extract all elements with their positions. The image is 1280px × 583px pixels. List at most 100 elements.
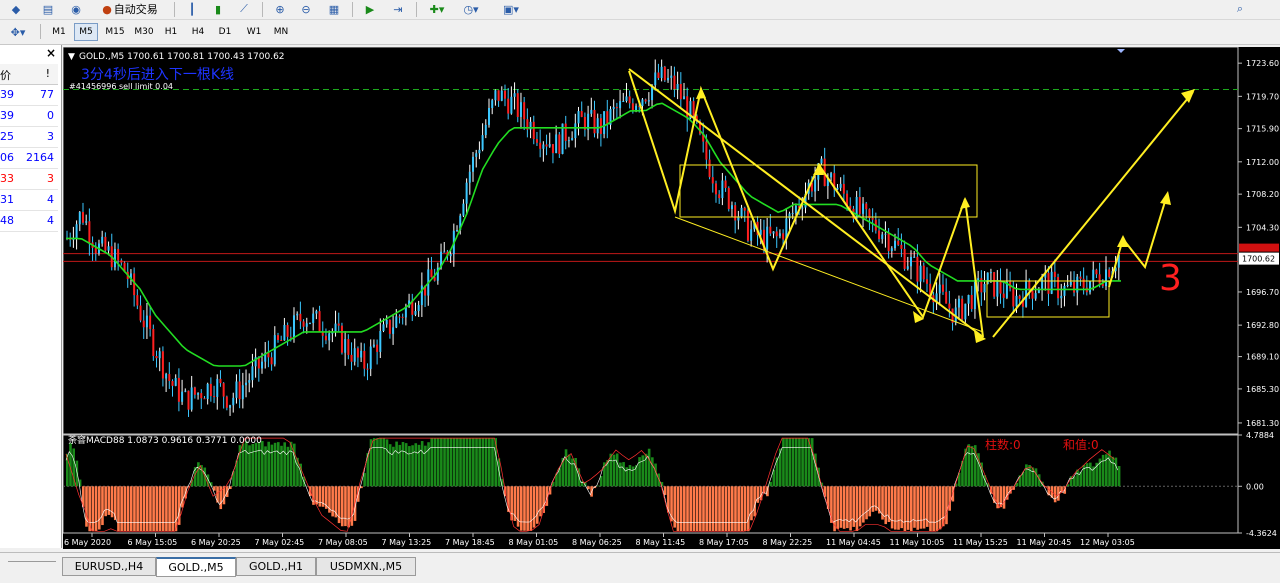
macd-bar xyxy=(564,449,568,487)
candle-body xyxy=(654,72,657,86)
candle-body xyxy=(730,205,733,210)
chart-shift-icon[interactable]: ⇥ xyxy=(390,1,406,17)
macd-bar xyxy=(433,438,437,487)
tab-gold-h1[interactable]: GOLD.,H1 xyxy=(236,557,316,576)
macd-bar xyxy=(737,486,740,532)
macd-bar xyxy=(699,486,702,532)
line-chart-icon[interactable]: ⟋ xyxy=(236,1,252,17)
candle-body xyxy=(574,123,577,139)
candle-body xyxy=(519,102,522,117)
candle-body xyxy=(340,325,343,353)
timeframe-w1[interactable]: W1 xyxy=(242,23,266,41)
panel-close-icon[interactable]: × xyxy=(46,46,56,60)
strategy-icon[interactable]: ◆ xyxy=(8,1,24,17)
timeframe-h4[interactable]: H4 xyxy=(186,23,210,41)
candle-body xyxy=(1012,288,1015,307)
macd-bar xyxy=(494,438,497,487)
watch-row[interactable]: 31 4 xyxy=(0,190,58,211)
timeframe-m5[interactable]: M5 xyxy=(74,23,98,41)
candle-body xyxy=(142,320,145,328)
candle-body xyxy=(711,177,714,184)
macd-bar xyxy=(155,486,159,532)
watch-row[interactable]: 25 3 xyxy=(0,127,58,148)
macd-bar xyxy=(862,486,865,523)
candle-body xyxy=(472,156,475,172)
shift-marker-icon xyxy=(1117,49,1125,53)
timeframe-mn[interactable]: MN xyxy=(268,23,294,41)
macd-bar xyxy=(906,486,910,530)
price-tick-label: 1696.70 xyxy=(1246,288,1279,297)
autoscroll-icon[interactable]: ▶ xyxy=(362,1,378,17)
market-watch-icon[interactable]: ▤ xyxy=(40,1,56,17)
timeframe-d1[interactable]: D1 xyxy=(213,23,237,41)
candle-body xyxy=(395,316,398,328)
tile-windows-icon[interactable]: ▦ xyxy=(326,1,342,17)
candle-body xyxy=(900,244,903,249)
candle-body xyxy=(366,368,369,370)
zoom-out-icon[interactable]: ⊖ xyxy=(298,1,314,17)
macd-bar xyxy=(168,486,171,532)
main-toolbar: ◆ ▤ ◉ ● 自动交易 ┃ ▮ ⟋ ⊕ ⊖ ▦ ▶ ⇥ ✚▾ ◷▾ ▣▾ ⌕ xyxy=(0,0,1280,20)
timeframe-h1[interactable]: H1 xyxy=(159,23,183,41)
macd-bar xyxy=(702,486,705,532)
macd-bar xyxy=(85,486,88,527)
cursor-tool-icon[interactable]: ✥▾ xyxy=(4,24,32,40)
autotrade-button[interactable]: ● 自动交易 xyxy=(94,1,166,17)
candle-body xyxy=(145,315,148,328)
templates-icon[interactable]: ▣▾ xyxy=(498,1,524,17)
time-tick-label: 6 May 2020 xyxy=(64,538,111,547)
watch-row[interactable]: 48 4 xyxy=(0,211,58,232)
candle-body xyxy=(222,383,225,397)
price-chart[interactable]: 1723.60 1719.70 1715.90 1712.00 1708.20 1704.… xyxy=(62,46,1280,549)
timeframe-m15[interactable]: M15 xyxy=(101,23,129,41)
projection-arrow-head-small xyxy=(1117,235,1129,247)
tab-eurusd-h4[interactable]: EURUSD.,H4 xyxy=(62,557,156,576)
candle-body xyxy=(1031,290,1034,299)
time-tick-label: 7 May 13:25 xyxy=(382,538,432,547)
candle-body xyxy=(78,212,81,225)
watch-row[interactable]: 06 2164 xyxy=(0,148,58,169)
macd-bar xyxy=(277,442,280,487)
candle-body xyxy=(251,366,254,381)
candle-chart-icon[interactable]: ▮ xyxy=(210,1,226,17)
tab-gold-m5[interactable]: GOLD.,M5 xyxy=(156,557,236,577)
macd-bar xyxy=(245,441,248,487)
macd-bar xyxy=(120,486,123,532)
signal-icon[interactable]: ◉ xyxy=(68,1,84,17)
macd-bar xyxy=(916,486,919,530)
macd-bar-count: 柱数:0 xyxy=(985,437,1021,452)
candle-body xyxy=(865,203,868,210)
candle-body xyxy=(1050,271,1053,294)
watch-row[interactable]: 39 77 xyxy=(0,85,58,106)
macd-bar xyxy=(922,486,926,529)
macd-bar xyxy=(708,486,712,532)
candle-body xyxy=(468,171,471,183)
macd-bar xyxy=(750,486,753,521)
watch-row[interactable]: 39 0 xyxy=(0,106,58,127)
bar-chart-icon[interactable]: ┃ xyxy=(184,1,200,17)
candle-body xyxy=(858,196,861,214)
candle-body xyxy=(1015,295,1018,307)
price-tick-label: 1692.80 xyxy=(1246,321,1279,330)
macd-bar xyxy=(472,438,475,487)
chart-window[interactable]: 1723.60 1719.70 1715.90 1712.00 1708.20 1704.… xyxy=(62,46,1280,549)
candle-body xyxy=(683,96,686,100)
macd-bar xyxy=(197,462,200,487)
watch-row[interactable]: 33 3 xyxy=(0,169,58,190)
periods-icon[interactable]: ◷▾ xyxy=(458,1,484,17)
timeframe-m1[interactable]: M1 xyxy=(47,23,71,41)
macd-bar xyxy=(481,438,485,487)
price-tick-label: 1704.30 xyxy=(1246,223,1279,232)
zoom-in-icon[interactable]: ⊕ xyxy=(272,1,288,17)
candle-body xyxy=(1095,269,1098,275)
tab-usdmxn-m5[interactable]: USDMXN.,M5 xyxy=(316,557,416,576)
candle-body xyxy=(862,203,865,214)
candle-body xyxy=(203,398,206,400)
search-icon[interactable]: ⌕ xyxy=(1232,1,1248,17)
candle-body xyxy=(136,295,139,306)
macd-bar xyxy=(615,453,619,487)
macd-bar xyxy=(446,438,450,487)
indicators-icon[interactable]: ✚▾ xyxy=(424,1,450,17)
moving-average-line xyxy=(66,102,1121,367)
timeframe-m30[interactable]: M30 xyxy=(130,23,158,41)
